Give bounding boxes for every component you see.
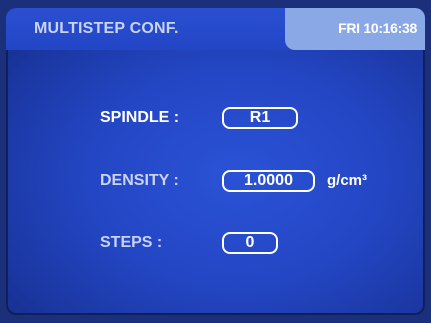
density-unit: g/cm³: [327, 172, 368, 189]
spindle-value: R1: [249, 109, 271, 126]
clock-readout: FRI 10:16:38: [338, 20, 417, 36]
density-field[interactable]: 1.0000: [222, 170, 315, 192]
header-bar: MULTISTEP CONF. FRI 10:16:38: [6, 8, 425, 50]
screen-title: MULTISTEP CONF.: [34, 20, 179, 37]
steps-label: STEPS :: [100, 234, 163, 251]
density-value: 1.0000: [244, 172, 293, 189]
steps-value: 0: [245, 234, 255, 251]
device-screen: MULTISTEP CONF. FRI 10:16:38 SPINDLE : R…: [6, 8, 425, 315]
clock-panel: FRI 10:16:38: [285, 8, 425, 50]
spindle-field[interactable]: R1: [222, 107, 298, 129]
steps-field[interactable]: 0: [222, 232, 278, 254]
spindle-label: SPINDLE :: [100, 109, 180, 126]
density-label: DENSITY :: [100, 172, 179, 189]
